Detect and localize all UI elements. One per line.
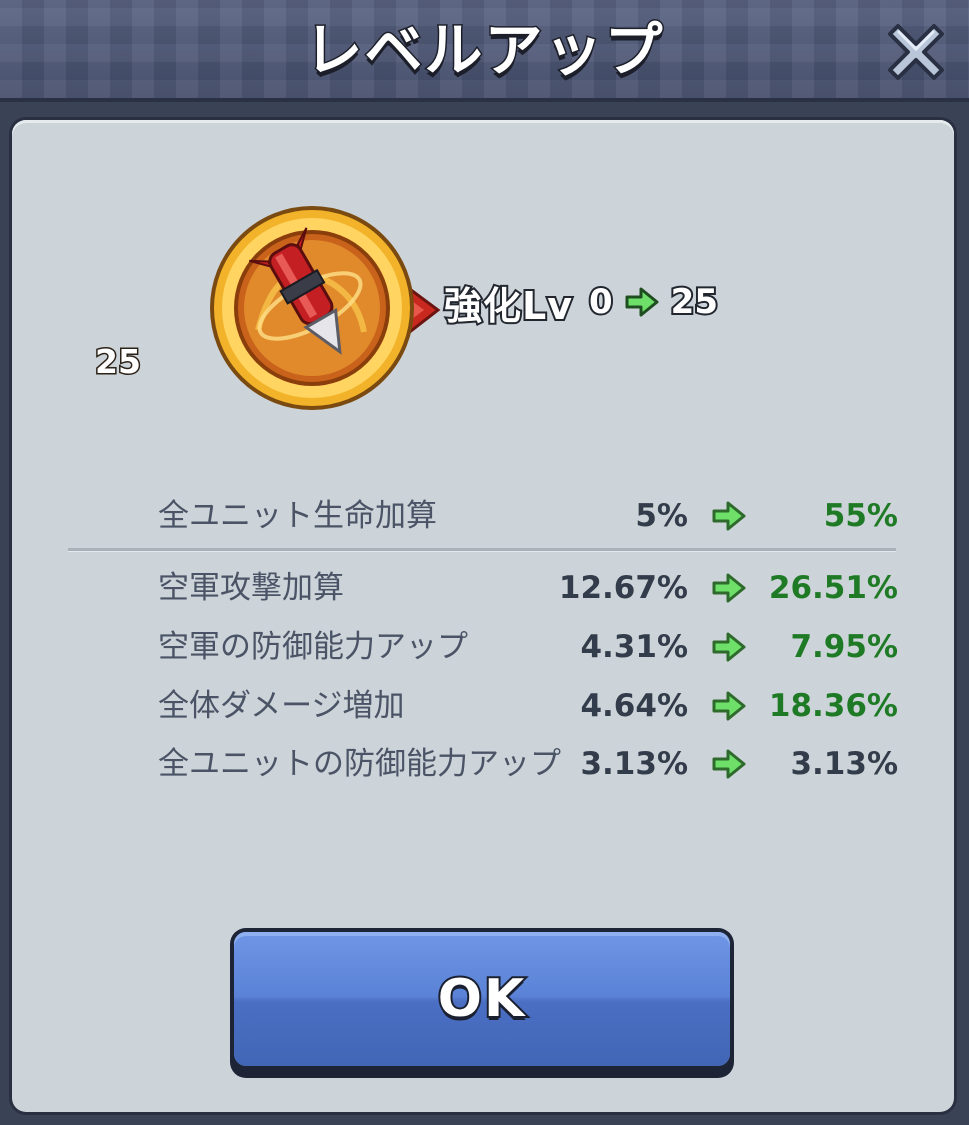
content-panel: 25 強化Lv 0 25 全ユニット生命加算 5% 55% 空軍攻撃加算 12.… xyxy=(12,120,954,1112)
stat-after-value: 26.51% xyxy=(768,570,898,606)
enhance-level-to: 25 xyxy=(669,280,720,324)
stat-after-value: 18.36% xyxy=(768,688,898,724)
arrow-right-icon xyxy=(625,287,659,317)
stat-name: 全ユニット生命加算 xyxy=(158,498,437,534)
enhancement-medal xyxy=(206,202,458,412)
stat-row: 空軍攻撃加算 12.67% 26.51% xyxy=(158,564,898,612)
arrow-right-icon xyxy=(712,749,746,779)
arrow-right-icon xyxy=(712,573,746,603)
level-up-dialog: レベルアップ 25 強化Lv 0 25 全ユニット生命加算 5% 55% 空軍攻… xyxy=(0,0,969,1125)
ok-button-label: OK xyxy=(436,967,527,1031)
rocket-medal-icon xyxy=(210,206,441,410)
dialog-header: レベルアップ xyxy=(0,0,969,102)
ok-button[interactable]: OK xyxy=(234,932,730,1066)
arrow-right-icon xyxy=(712,691,746,721)
enhance-level-from: 0 xyxy=(587,280,615,324)
stat-before-value: 12.67% xyxy=(558,570,688,606)
stat-before-value: 3.13% xyxy=(580,746,688,782)
stat-after-value: 55% xyxy=(823,498,898,534)
stat-row: 全ユニットの防御能力アップ 3.13% 3.13% xyxy=(158,740,898,788)
stat-row: 全体ダメージ増加 4.64% 18.36% xyxy=(158,682,898,730)
dialog-title: レベルアップ xyxy=(303,15,665,86)
stat-after-value: 7.95% xyxy=(790,629,898,665)
medal-level-number: 25 xyxy=(94,341,143,383)
stat-before-value: 4.64% xyxy=(580,688,688,724)
stats-divider xyxy=(68,548,896,552)
enhance-level-label: 強化Lv xyxy=(442,282,574,330)
stat-before-value: 5% xyxy=(635,498,688,534)
arrow-right-icon xyxy=(712,632,746,662)
stat-row: 全ユニット生命加算 5% 55% xyxy=(158,492,898,540)
close-icon xyxy=(888,24,944,80)
stat-name: 空軍攻撃加算 xyxy=(158,570,344,606)
arrow-right-icon xyxy=(712,501,746,531)
stat-name: 空軍の防御能力アップ xyxy=(158,629,468,665)
stat-row: 空軍の防御能力アップ 4.31% 7.95% xyxy=(158,623,898,671)
stat-name: 全ユニットの防御能力アップ xyxy=(158,746,561,782)
stat-after-value: 3.13% xyxy=(790,746,898,782)
stat-name: 全体ダメージ増加 xyxy=(158,688,405,724)
stat-before-value: 4.31% xyxy=(580,629,688,665)
close-button[interactable] xyxy=(884,18,948,82)
enhance-level-row: 強化Lv 0 25 xyxy=(442,274,720,330)
